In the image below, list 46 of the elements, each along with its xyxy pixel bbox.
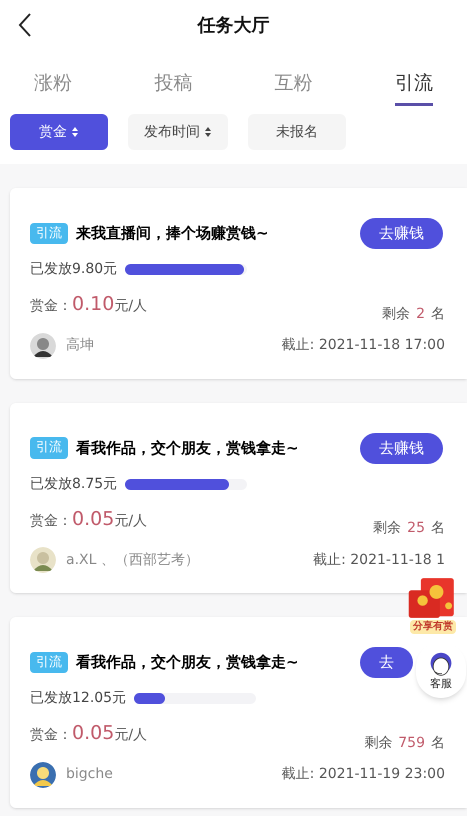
share-reward-badge[interactable]: 分享有赏 [402, 572, 464, 634]
task-title: 看我作品，交个朋友，赏钱拿走~ [76, 438, 300, 459]
earn-button[interactable]: 去赚钱 [360, 218, 443, 249]
task-title: 看我作品，交个朋友，赏钱拿走~ [76, 652, 300, 674]
paid-amount: 已发放9.80元 [30, 260, 118, 279]
reward-unit: 元/人 [114, 726, 148, 745]
remaining-unit: 名 [431, 304, 445, 324]
user-name: 高坤 [66, 336, 94, 355]
remaining-unit: 名 [431, 734, 445, 752]
remaining-count: 25 [407, 519, 425, 538]
filter-button[interactable]: 发布时间 [128, 114, 228, 150]
deadline: 截止: 2021-11-19 23:00 [282, 765, 445, 784]
user-name: a.XL 、（西部艺考） [66, 550, 199, 570]
user-name: bigche [66, 765, 113, 784]
reward-unit: 元/人 [114, 512, 148, 530]
paid-amount: 已发放12.05元 [30, 689, 126, 708]
reward-label: 赏金： [30, 726, 72, 745]
remaining-label: 剩余 [382, 304, 410, 324]
deadline: 截止: 2021-11-18 1 [313, 550, 445, 570]
category-tag: 引流 [30, 652, 68, 674]
reward-amount: 0.05 [72, 721, 114, 746]
category-tag: 引流 [30, 437, 68, 459]
category-tag: 引流 [30, 222, 68, 244]
remaining-count: 2 [416, 304, 425, 324]
remaining-count: 759 [398, 734, 425, 752]
task-title: 来我直播间，捧个场赚赏钱~ [76, 223, 270, 244]
filter-button[interactable]: 未报名 [248, 114, 346, 150]
deadline: 截止: 2021-11-18 17:00 [282, 336, 445, 355]
tab[interactable]: 涨粉 [34, 68, 72, 106]
tab[interactable]: 引流 [394, 68, 433, 106]
reward-amount: 0.10 [72, 292, 114, 317]
back-icon[interactable] [18, 13, 32, 37]
paid-amount: 已发放8.75元 [30, 474, 118, 494]
earn-button[interactable]: 去 [360, 647, 413, 678]
filter-button[interactable]: 赏金 [10, 114, 108, 150]
tab[interactable]: 互粉 [274, 68, 313, 106]
earn-button[interactable]: 去赚钱 [360, 432, 443, 464]
remaining-label: 剩余 [373, 519, 402, 538]
remaining-unit: 名 [431, 519, 445, 538]
remaining-label: 剩余 [364, 734, 392, 752]
reward-label: 赏金： [30, 512, 72, 530]
reward-label: 赏金： [30, 297, 72, 316]
reward-amount: 0.05 [72, 506, 114, 532]
reward-unit: 元/人 [114, 297, 148, 316]
page-title: 任务大厅 [198, 14, 270, 38]
tab[interactable]: 投稿 [154, 68, 192, 106]
